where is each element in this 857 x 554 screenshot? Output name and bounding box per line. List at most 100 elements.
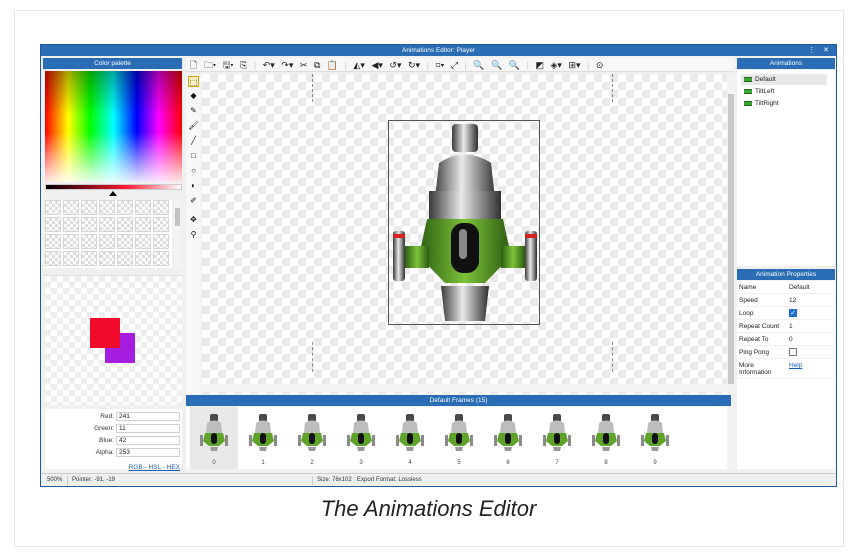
frames-scrollbar[interactable] <box>727 407 735 469</box>
animation-item-default[interactable]: Default <box>741 74 827 85</box>
ping-pong-checkbox[interactable] <box>789 348 797 356</box>
drawing-canvas[interactable] <box>202 74 727 394</box>
pencil-icon[interactable]: ✎ <box>188 105 199 116</box>
flip-icon[interactable]: ◭▾ <box>353 58 364 71</box>
target-icon[interactable]: ⊙ <box>596 58 604 71</box>
palette-swatch[interactable] <box>81 251 97 266</box>
loop-checkbox[interactable]: ✓ <box>789 309 797 317</box>
brush-icon[interactable]: 🖌 <box>188 120 199 131</box>
speed-value[interactable]: 12 <box>789 297 796 304</box>
palette-swatch[interactable] <box>81 217 97 232</box>
palette-swatch[interactable] <box>81 200 97 215</box>
swatch-scroll-thumb[interactable] <box>175 208 180 226</box>
luminance-marker-icon[interactable] <box>109 191 117 196</box>
palette-swatch[interactable] <box>117 234 133 249</box>
palette-swatch[interactable] <box>117 217 133 232</box>
zoom-in-icon[interactable]: 🔍 <box>473 58 484 71</box>
palette-swatch[interactable] <box>135 217 151 232</box>
fill-bucket-icon[interactable]: ◐ <box>188 180 199 191</box>
primary-color-swatch[interactable] <box>90 318 120 348</box>
palette-swatch[interactable] <box>135 251 151 266</box>
rotate-left-icon[interactable]: ↺▾ <box>389 58 401 71</box>
window-controls[interactable]: ⋮ ✕ <box>808 45 832 56</box>
cut-icon[interactable]: ✂ <box>300 58 308 71</box>
copy-icon[interactable]: ⧉ <box>314 58 320 71</box>
palette-swatch[interactable] <box>99 234 115 249</box>
palette-swatch[interactable] <box>81 234 97 249</box>
palette-swatch[interactable] <box>45 251 61 266</box>
rectangle-icon[interactable]: □ <box>188 150 199 161</box>
move-icon[interactable]: ✥ <box>188 214 199 225</box>
rotate-right-icon[interactable]: ↻▾ <box>408 58 420 71</box>
eraser-icon[interactable]: ◆ <box>188 90 199 101</box>
palette-swatch[interactable] <box>45 217 61 232</box>
animation-item-tiltright[interactable]: TiltRight <box>741 98 827 109</box>
crop-icon[interactable]: ⌗▾ <box>435 58 444 71</box>
rgb-link[interactable]: RGB <box>129 464 143 471</box>
rectangle-select-icon[interactable]: ⬚ <box>188 76 199 87</box>
palette-swatch[interactable] <box>117 251 133 266</box>
palette-swatch[interactable] <box>153 251 169 266</box>
frame-thumbnail[interactable]: 0 <box>190 407 238 469</box>
animation-item-tiltleft[interactable]: TiltLeft <box>741 86 827 97</box>
alpha-field[interactable]: 253 <box>116 448 180 457</box>
help-link[interactable]: Help <box>789 362 802 369</box>
luminance-slider[interactable] <box>45 184 182 190</box>
export-icon[interactable]: ⎘ <box>240 58 247 71</box>
frame-thumbnail[interactable]: 4 <box>386 407 434 469</box>
palette-swatch[interactable] <box>135 234 151 249</box>
canvas-scroll-thumb[interactable] <box>728 94 734 384</box>
palette-swatch[interactable] <box>45 234 61 249</box>
repeat-count-value[interactable]: 1 <box>789 323 793 330</box>
mirror-icon[interactable]: ◀▾ <box>371 58 382 71</box>
palette-swatch[interactable] <box>63 200 79 215</box>
hsl-link[interactable]: HSL <box>148 464 160 471</box>
frame-thumbnail[interactable]: 8 <box>582 407 630 469</box>
frame-thumbnail[interactable]: 7 <box>533 407 581 469</box>
name-value[interactable]: Default <box>789 284 810 291</box>
open-icon[interactable]: 🗀▾ <box>204 58 216 71</box>
palette-swatch[interactable] <box>153 217 169 232</box>
resize-icon[interactable]: ⤢ <box>451 58 458 71</box>
canvas-vertical-scrollbar[interactable] <box>727 74 735 394</box>
palette-swatch[interactable] <box>63 251 79 266</box>
grid-icon[interactable]: ⊞▾ <box>568 58 580 71</box>
undo-icon[interactable]: ↶▾ <box>263 58 275 71</box>
frame-thumbnail[interactable]: 2 <box>288 407 336 469</box>
frame-thumbnail[interactable]: 1 <box>239 407 287 469</box>
green-field[interactable]: 11 <box>116 424 180 433</box>
transform-icon[interactable]: ⚲ <box>188 229 199 240</box>
red-field[interactable]: 241 <box>116 412 180 421</box>
palette-swatch[interactable] <box>63 234 79 249</box>
palette-swatch[interactable] <box>99 251 115 266</box>
color-spectrum[interactable] <box>45 71 182 182</box>
eyedropper-icon[interactable]: ✐ <box>188 195 199 206</box>
line-icon[interactable]: ╱ <box>188 135 199 146</box>
frame-thumbnail[interactable]: 3 <box>337 407 385 469</box>
palette-swatch[interactable] <box>99 200 115 215</box>
palette-swatch[interactable] <box>63 217 79 232</box>
layers-icon[interactable]: ◈▾ <box>550 58 561 71</box>
zoom-out-icon[interactable]: 🔍 <box>491 58 502 71</box>
frame-thumbnail[interactable]: 5 <box>435 407 483 469</box>
paste-icon[interactable]: 📋 <box>327 58 338 71</box>
repeat-to-value[interactable]: 0 <box>789 336 793 343</box>
background-icon[interactable]: ◩ <box>535 58 544 71</box>
blue-field[interactable]: 42 <box>116 436 180 445</box>
ellipse-icon[interactable]: ○ <box>188 165 199 176</box>
palette-swatch[interactable] <box>117 200 133 215</box>
palette-swatch[interactable] <box>135 200 151 215</box>
palette-swatch[interactable] <box>99 217 115 232</box>
palette-swatch[interactable] <box>153 200 169 215</box>
swatch-scrollbar[interactable] <box>174 200 181 268</box>
palette-swatch[interactable] <box>153 234 169 249</box>
palette-swatch[interactable] <box>45 200 61 215</box>
save-icon[interactable]: 🖫▾ <box>223 58 234 71</box>
hex-link[interactable]: HEX <box>167 464 180 471</box>
new-file-icon[interactable]: 🗋 <box>190 58 197 71</box>
frame-thumbnail[interactable]: 6 <box>484 407 532 469</box>
frame-thumbnail[interactable]: 9 <box>631 407 679 469</box>
zoom-fit-icon[interactable]: 🔍 <box>509 58 520 71</box>
redo-icon[interactable]: ↷▾ <box>281 58 293 71</box>
canvas-horizontal-scrollbar[interactable] <box>202 384 727 392</box>
